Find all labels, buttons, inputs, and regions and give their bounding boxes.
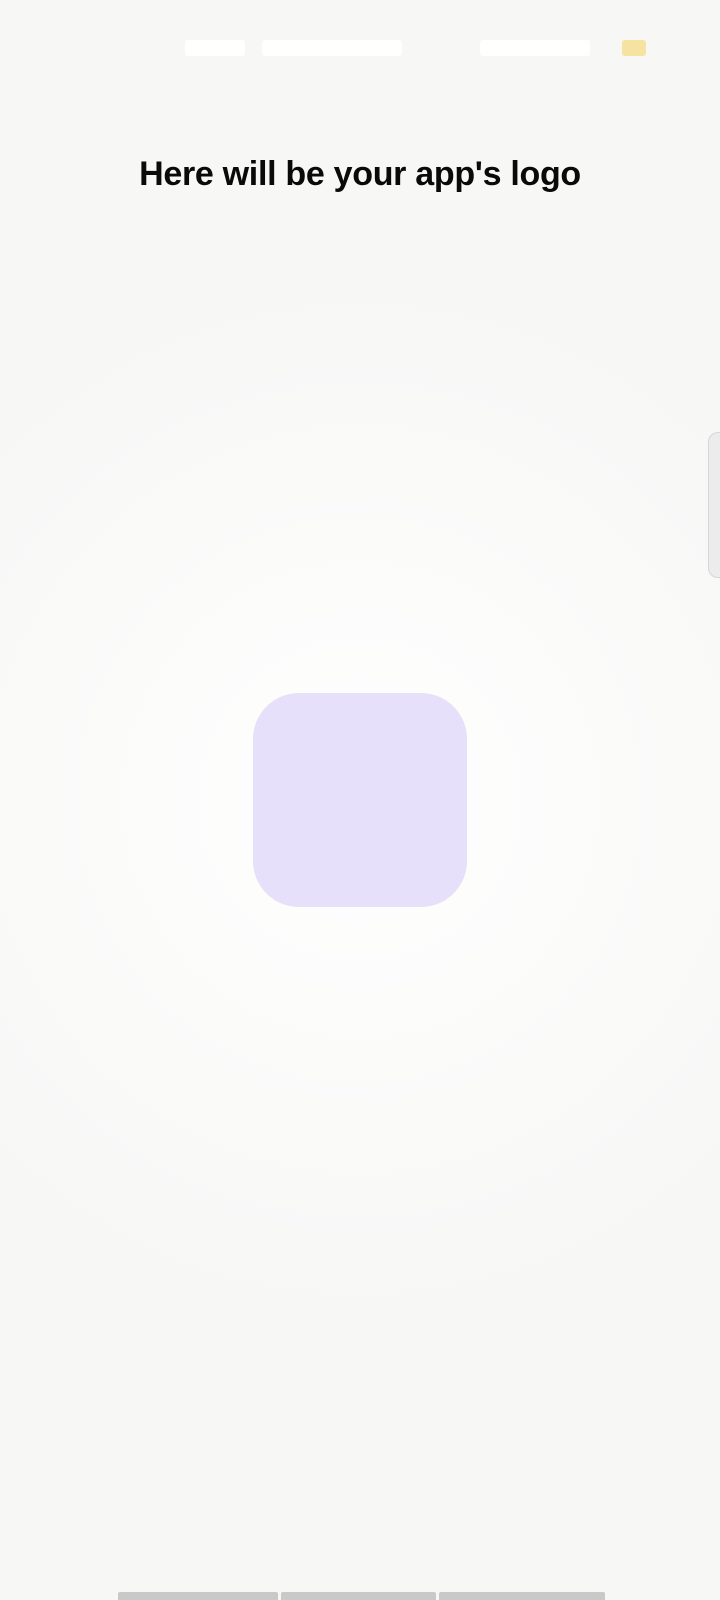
signal-icon: [185, 40, 245, 56]
battery-icon: [622, 40, 646, 56]
edge-panel-handle[interactable]: [708, 432, 720, 578]
app-logo-placeholder: [253, 693, 467, 907]
wifi-icon: [262, 40, 402, 56]
status-bar: [0, 30, 720, 66]
back-button[interactable]: [118, 1592, 278, 1600]
recents-button[interactable]: [439, 1592, 605, 1600]
home-button[interactable]: [281, 1592, 436, 1600]
splash-screen: Here will be your app's logo: [0, 0, 720, 1600]
navigation-bar: [118, 1592, 605, 1600]
page-title: Here will be your app's logo: [139, 155, 581, 193]
notification-icon: [480, 40, 590, 56]
